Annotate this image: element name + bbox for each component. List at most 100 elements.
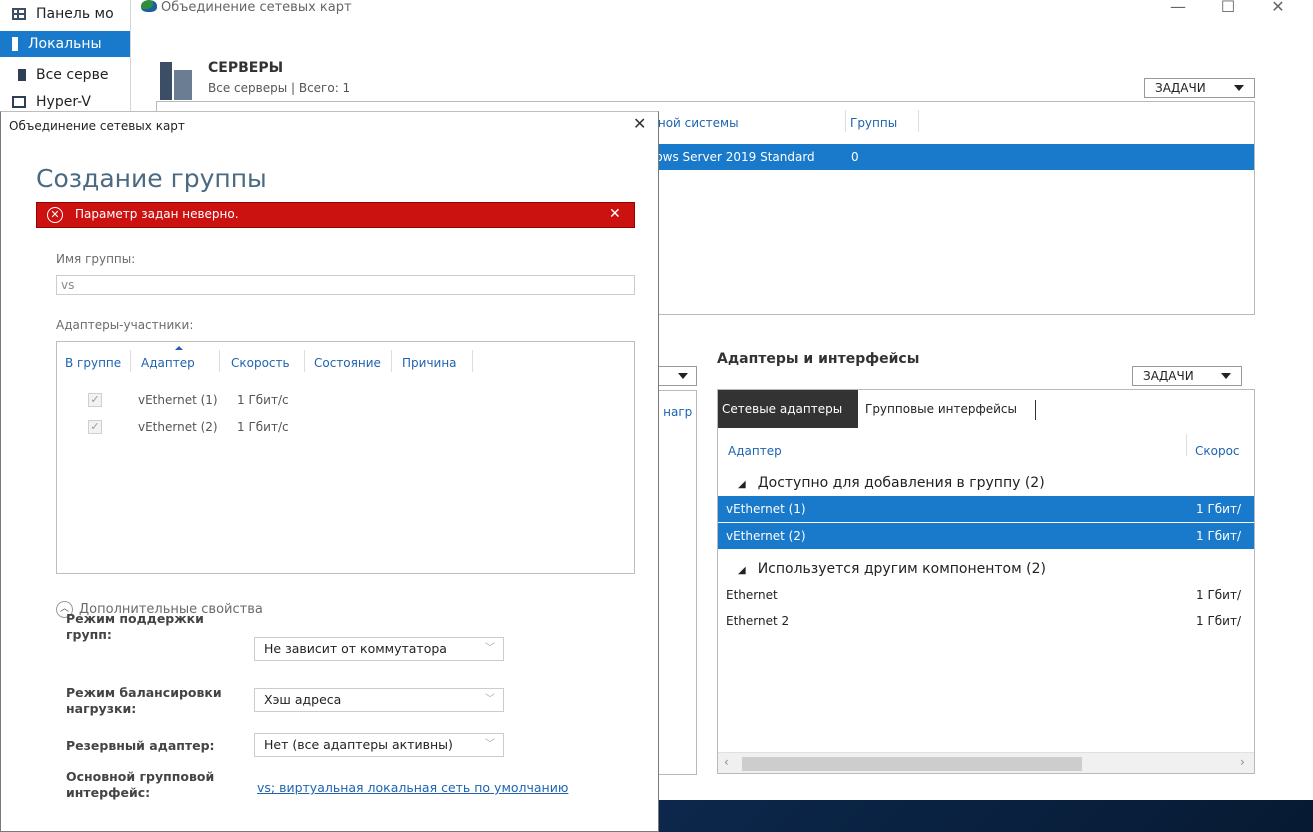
list-item[interactable]: ✓ vEthernet (2) 1 Гбит/с xyxy=(57,418,634,440)
error-banner: ✕ Параметр задан неверно. ✕ xyxy=(36,202,635,228)
column-header-speed[interactable]: Скорос xyxy=(1195,444,1240,458)
maximize-button[interactable]: ☐ xyxy=(1208,0,1248,20)
minimize-button[interactable]: — xyxy=(1158,0,1198,20)
scrollbar-thumb[interactable] xyxy=(742,757,1082,771)
adapters-tasks-button[interactable]: ЗАДАЧИ xyxy=(1132,366,1242,386)
column-separator xyxy=(304,350,305,372)
group-label: Доступно для добавления в группу (2) xyxy=(757,475,1045,491)
list-item[interactable]: ✓ vEthernet (1) 1 Гбит/с xyxy=(57,391,634,413)
server-os-cell: lows Server 2019 Standard xyxy=(652,150,815,164)
tab-team-interfaces[interactable]: Групповые интерфейсы xyxy=(861,390,1021,428)
column-header-os[interactable]: нной системы xyxy=(650,116,739,130)
nav-item-label: Локальны xyxy=(28,36,102,52)
member-checkbox[interactable]: ✓ xyxy=(88,393,102,407)
nic-teaming-app-icon xyxy=(141,0,157,12)
page-title: Создание группы xyxy=(36,164,267,193)
table-row[interactable]: vEthernet (1) 1 Гбит/ xyxy=(718,496,1254,522)
group-header-in-use[interactable]: ◢ Используется другим компонентом (2) xyxy=(718,557,1254,581)
member-adapter-speed: 1 Гбит/с xyxy=(237,420,289,434)
column-separator xyxy=(391,350,392,372)
dialog-title: Объединение сетевых карт xyxy=(9,119,185,133)
column-header-state[interactable]: Состояние xyxy=(314,356,381,370)
server-groups-cell: 0 xyxy=(851,150,859,164)
tasks-label: ЗАДАЧИ xyxy=(1155,81,1206,95)
member-adapter-speed: 1 Гбит/с xyxy=(237,393,289,407)
column-separator xyxy=(472,350,473,372)
chevron-down-icon xyxy=(678,373,688,379)
all-servers-icon xyxy=(12,69,26,81)
chevron-down-icon xyxy=(1234,85,1244,91)
adapter-speed: 1 Гбит/ xyxy=(1196,588,1241,602)
column-separator xyxy=(1186,434,1187,456)
team-name-input[interactable]: vs xyxy=(56,275,635,295)
horizontal-scrollbar[interactable]: ‹ › xyxy=(718,752,1254,773)
column-header-reason[interactable]: Причина xyxy=(402,356,457,370)
close-button[interactable]: ✕ xyxy=(1258,0,1298,20)
nav-item-all-servers[interactable]: Все серве xyxy=(0,62,130,88)
dialog-close-button[interactable]: ✕ xyxy=(633,114,646,133)
adapter-speed: 1 Гбит/ xyxy=(1196,614,1241,628)
error-text: Параметр задан неверно. xyxy=(75,207,239,221)
members-list: В группе Адаптер Скорость Состояние Прич… xyxy=(56,341,635,574)
dashboard-icon xyxy=(12,8,26,20)
tab-network-adapters[interactable]: Сетевые адаптеры xyxy=(718,390,858,428)
chevron-down-icon: ﹀ xyxy=(485,694,495,705)
table-row[interactable]: Ethernet 2 1 Гбит/ xyxy=(718,608,1254,634)
column-separator xyxy=(918,110,919,132)
nav-item-label: Панель мо xyxy=(36,6,114,22)
primary-interface-link[interactable]: vs; виртуальная локальная сеть по умолча… xyxy=(257,780,568,795)
column-header-speed[interactable]: Скорость xyxy=(231,356,290,370)
adapter-speed: 1 Гбит/ xyxy=(1196,529,1241,543)
member-adapter-name: vEthernet (1) xyxy=(138,393,218,407)
scroll-right-icon[interactable]: › xyxy=(1240,755,1245,769)
adapter-speed: 1 Гбит/ xyxy=(1196,502,1241,516)
table-row[interactable]: Ethernet 1 Гбит/ xyxy=(718,582,1254,608)
teaming-mode-select[interactable]: Не зависит от коммутатора ﹀ xyxy=(254,637,504,661)
group-header-available[interactable]: ◢ Доступно для добавления в группу (2) xyxy=(718,471,1254,495)
hyperv-icon xyxy=(12,96,26,108)
nic-titlebar: Объединение сетевых карт — ☐ ✕ xyxy=(131,0,1313,30)
team-name-label: Имя группы: xyxy=(56,252,136,266)
servers-icon xyxy=(160,62,192,100)
member-checkbox[interactable]: ✓ xyxy=(88,420,102,434)
tasks-label: ЗАДАЧИ xyxy=(1143,369,1194,383)
adapter-name: vEthernet (1) xyxy=(726,502,806,516)
load-balancing-select[interactable]: Хэш адреса ﹀ xyxy=(254,688,504,712)
column-header-adapter[interactable]: Адаптер xyxy=(728,444,782,458)
nav-item-local-server[interactable]: Локальны xyxy=(0,31,130,57)
create-team-dialog: Объединение сетевых карт ✕ Создание груп… xyxy=(0,111,659,832)
adapter-name: Ethernet xyxy=(726,588,778,602)
chevron-down-icon xyxy=(1221,373,1231,379)
sort-ascending-icon xyxy=(175,346,183,350)
table-row[interactable]: vEthernet (2) 1 Гбит/ xyxy=(718,523,1254,549)
column-header-in-team[interactable]: В группе xyxy=(65,356,121,370)
column-separator xyxy=(130,350,131,372)
error-close-button[interactable]: ✕ xyxy=(609,206,621,222)
local-server-icon xyxy=(12,37,18,51)
error-icon: ✕ xyxy=(47,207,63,223)
adapter-name: vEthernet (2) xyxy=(726,529,806,543)
servers-subtitle: Все серверы | Всего: 1 xyxy=(208,81,351,95)
chevron-down-icon: ﹀ xyxy=(485,643,495,654)
column-header-adapter[interactable]: Адаптер xyxy=(141,356,195,370)
chevron-down-icon: ﹀ xyxy=(485,739,495,750)
servers-tasks-button[interactable]: ЗАДАЧИ xyxy=(1144,78,1255,98)
standby-adapter-label: Резервный адаптер: xyxy=(66,738,215,753)
standby-adapter-select[interactable]: Нет (все адаптеры активны) ﹀ xyxy=(254,733,504,757)
load-balancing-value: Хэш адреса xyxy=(264,692,342,707)
adapter-name: Ethernet 2 xyxy=(726,614,790,628)
collapse-triangle-icon: ◢ xyxy=(738,479,746,490)
load-balancing-label: Режим балансировки нагрузки: xyxy=(66,685,222,716)
column-header-groups[interactable]: Группы xyxy=(850,116,897,130)
scroll-left-icon[interactable]: ‹ xyxy=(724,755,729,769)
text-cursor xyxy=(1035,400,1036,420)
nav-item-label: Все серве xyxy=(36,67,109,83)
nav-item-dashboard[interactable]: Панель мо xyxy=(0,1,130,27)
teaming-mode-value: Не зависит от коммутатора xyxy=(264,641,447,656)
column-separator xyxy=(219,350,220,372)
adapters-section-title: Адаптеры и интерфейсы xyxy=(717,351,920,367)
nav-item-label: Hyper-V xyxy=(36,94,91,110)
teaming-mode-label: Режим поддержки групп: xyxy=(66,611,204,642)
adapters-panel: Сетевые адаптеры Групповые интерфейсы Ад… xyxy=(717,389,1255,774)
member-adapter-name: vEthernet (2) xyxy=(138,420,218,434)
